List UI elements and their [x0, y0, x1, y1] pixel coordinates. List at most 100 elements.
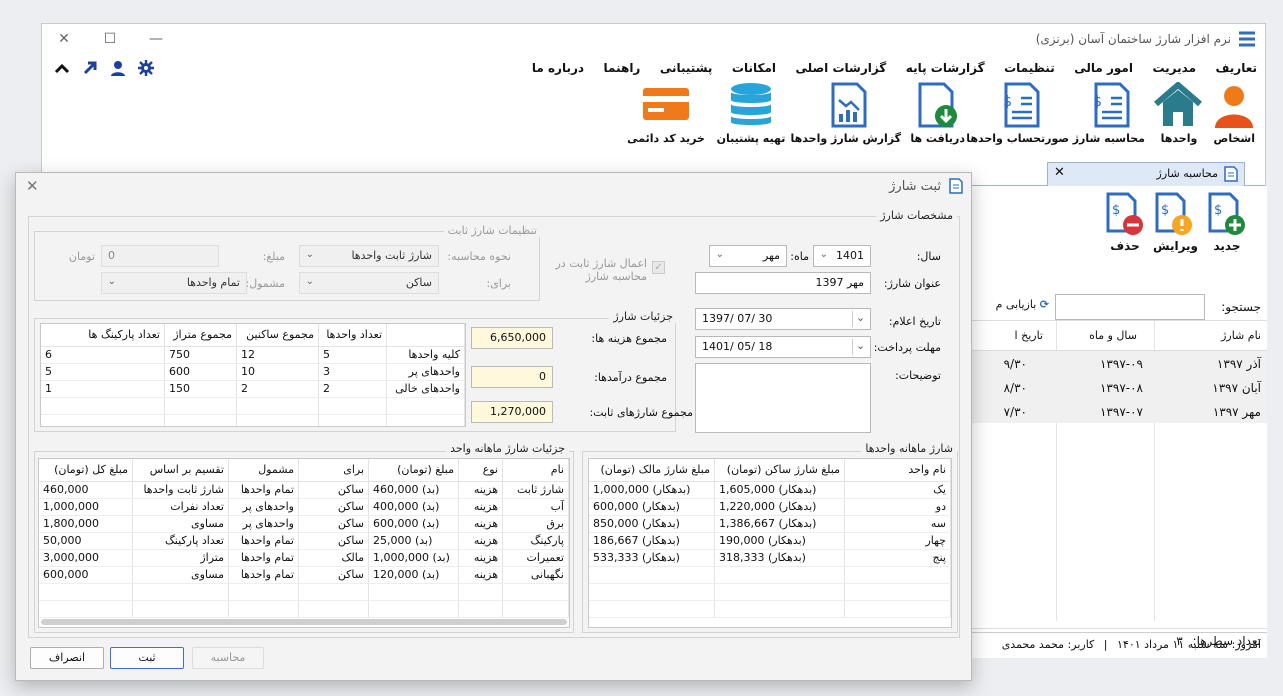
- menu-management[interactable]: مدیریت: [1144, 56, 1204, 80]
- menu-settings[interactable]: تنظیمات: [996, 56, 1063, 80]
- table-cell: هزینه: [458, 532, 503, 550]
- table-row[interactable]: آب هزینه 400,000 (بد) ساکن واحدهای پر تعداد ن…: [39, 498, 569, 516]
- table-cell: هزینه: [458, 515, 503, 533]
- horizontal-scrollbar[interactable]: [41, 619, 567, 625]
- calc-method-select[interactable]: شارژ ثابت واحدها ⌄: [299, 245, 439, 267]
- total-fixed-value: 1,270,000: [471, 401, 553, 423]
- menu-main-reports[interactable]: گزارشات اصلی: [788, 56, 895, 80]
- toolbar-persons[interactable]: اشخاص: [1214, 82, 1255, 152]
- table-cell: 600,000 (بدهکار): [589, 498, 715, 516]
- svg-text:$: $: [1094, 94, 1102, 110]
- table-cell: 120,000 (بد): [368, 566, 459, 584]
- chevron-down-icon: ⌄: [305, 249, 314, 260]
- table-cell: واحدهای پر: [228, 515, 299, 533]
- table-cell: آب: [502, 498, 569, 516]
- delete-button[interactable]: $ حذف: [1105, 192, 1145, 253]
- toolbar-backup[interactable]: تهیه پشتیبان: [715, 82, 787, 152]
- menu-about[interactable]: درباره ما: [524, 56, 592, 80]
- menu-definitions[interactable]: تعاریف: [1208, 56, 1266, 80]
- maximize-icon[interactable]: ☐: [98, 28, 122, 50]
- empty-row: [41, 397, 465, 415]
- calculate-button[interactable]: محاسبه: [192, 647, 264, 669]
- table-row[interactable]: دو 1,220,000 (بدهکار) 600,000 (بدهکار): [589, 498, 951, 516]
- table-cell: شارژ ثابت: [502, 481, 569, 499]
- table-cell: ساکن: [298, 566, 369, 584]
- chevron-down-icon[interactable]: ⌄: [852, 311, 868, 327]
- save-button[interactable]: ثبت: [110, 647, 184, 669]
- toolbar-units[interactable]: واحدها: [1154, 82, 1203, 152]
- new-button[interactable]: $ جدید: [1207, 192, 1247, 253]
- empty-row: [39, 600, 569, 618]
- for-select[interactable]: ساکن ⌄: [299, 272, 439, 294]
- toolbar-buy-license[interactable]: خرید کد دائمی: [627, 82, 705, 152]
- person-icon: [1215, 86, 1253, 128]
- table-row[interactable]: تعمیرات هزینه 1,000,000 (بد) مالک تمام واحده…: [39, 549, 569, 567]
- empty-row: [589, 600, 951, 618]
- credit-card-icon: [643, 88, 689, 120]
- list-item[interactable]: مهر ۱۳۹۷: [1213, 405, 1261, 419]
- chevron-down-icon: ⌄: [819, 249, 828, 260]
- table-cell: هزینه: [458, 481, 503, 499]
- table-row[interactable]: یک 1,605,000 (بدهکار) 1,000,000 (بدهکار): [589, 481, 951, 499]
- include-select[interactable]: تمام واحدها ⌄: [101, 272, 247, 294]
- announce-date-picker[interactable]: 1397/ 07/ 30 ⌄: [695, 308, 871, 330]
- table-cell: تمام واحدها: [228, 549, 299, 567]
- table-row[interactable]: واحدهای پر 3 10 600 5: [41, 363, 465, 381]
- table-row[interactable]: کلیه واحدها 5 12 750 6: [41, 346, 465, 364]
- chevron-down-icon: ⌄: [715, 249, 724, 260]
- cancel-button[interactable]: انصراف: [30, 647, 104, 669]
- table-cell: 750: [164, 346, 237, 364]
- dialog-close-icon[interactable]: ✕: [26, 177, 39, 195]
- edit-button[interactable]: $ ویرایش: [1153, 192, 1198, 253]
- search-input[interactable]: [1055, 294, 1205, 320]
- table-row[interactable]: پارکینگ هزینه 25,000 (بد) ساکن تمام واحدها تع…: [39, 532, 569, 550]
- table-cell: واحدهای پر: [386, 363, 465, 381]
- table-row[interactable]: برق هزینه 600,000 (بد) ساکن واحدهای پر مساوی 1…: [39, 515, 569, 533]
- dialog-title: ثبت شارژ: [889, 179, 941, 194]
- chevron-down-icon: ⌄: [107, 276, 116, 287]
- minimize-icon[interactable]: —: [144, 28, 168, 50]
- monthly-detail-table: نام نوع مبلغ (تومان) برای مشمول تقسیم بر…: [38, 458, 570, 628]
- ribbon-toolbar: اشخاص واحدها $ محاسبه شارژ $ صورتحساب وا…: [627, 82, 1255, 152]
- charge-title-input[interactable]: مهر 1397: [695, 272, 871, 294]
- close-icon[interactable]: ✕: [52, 28, 76, 50]
- table-cell: ساکن: [298, 515, 369, 533]
- table-row[interactable]: چهار 190,000 (بدهکار) 186,667 (بدهکار): [589, 532, 951, 550]
- toolbar-charge-calc[interactable]: $ محاسبه شارژ: [1073, 82, 1145, 152]
- table-row[interactable]: واحدهای خالی 2 2 150 1: [41, 380, 465, 398]
- table-cell: 2: [236, 380, 319, 398]
- tab-charge-calc[interactable]: محاسبه شارژ ✕: [1047, 162, 1245, 186]
- table-cell: 318,333 (بدهکار): [714, 549, 845, 567]
- list-item[interactable]: آبان ۱۳۹۷: [1212, 381, 1261, 395]
- menu-basic-reports[interactable]: گزارشات پایه: [898, 56, 993, 80]
- notes-textarea[interactable]: [695, 363, 871, 433]
- toolbar-invoices[interactable]: $ صورتحساب واحدها: [966, 82, 1069, 152]
- table-cell: 600,000 (بد): [368, 515, 459, 533]
- table-cell: 3,000,000: [39, 549, 133, 567]
- empty-row: [589, 566, 951, 584]
- year-select[interactable]: 1401 ⌄: [813, 245, 871, 267]
- month-select[interactable]: مهر ⌄: [709, 245, 787, 267]
- table-cell: مساوی: [132, 566, 229, 584]
- list-item[interactable]: آذر ۱۳۹۷: [1217, 357, 1261, 371]
- menu-bar: تعاریف مدیریت امور مالی تنظیمات گزارشات …: [42, 56, 1265, 80]
- table-row[interactable]: شارژ ثابت هزینه 460,000 (بد) ساکن تمام واحده…: [39, 481, 569, 499]
- table-row[interactable]: نگهبانی هزینه 120,000 (بد) ساکن تمام واحدها م…: [39, 566, 569, 584]
- menu-finance[interactable]: امور مالی: [1066, 56, 1141, 80]
- table-cell: سه: [844, 515, 951, 533]
- amount-input[interactable]: 0: [101, 245, 219, 267]
- chevron-down-icon[interactable]: ⌄: [852, 339, 868, 355]
- table-row[interactable]: پنج 318,333 (بدهکار) 533,333 (بدهکار): [589, 549, 951, 567]
- refresh-button[interactable]: ⟳ بازیابی م: [973, 298, 1049, 311]
- due-date-picker[interactable]: 1401/ 05/ 18 ⌄: [695, 336, 871, 358]
- toolbar-receipts[interactable]: دریافت ها: [910, 82, 965, 152]
- table-cell: 2: [318, 380, 387, 398]
- tab-close-icon[interactable]: ✕: [1054, 165, 1065, 180]
- refresh-icon: ⟳: [1039, 298, 1049, 311]
- menu-support[interactable]: پشتیبانی: [652, 56, 721, 80]
- toolbar-unit-charge-report[interactable]: گزارش شارژ واحدها: [791, 82, 901, 152]
- table-row[interactable]: سه 1,386,667 (بدهکار) 850,000 (بدهکار): [589, 515, 951, 533]
- menu-features[interactable]: امکانات: [724, 56, 784, 80]
- apply-fixed-checkbox[interactable]: ✓: [652, 261, 665, 274]
- menu-help[interactable]: راهنما: [596, 56, 649, 80]
